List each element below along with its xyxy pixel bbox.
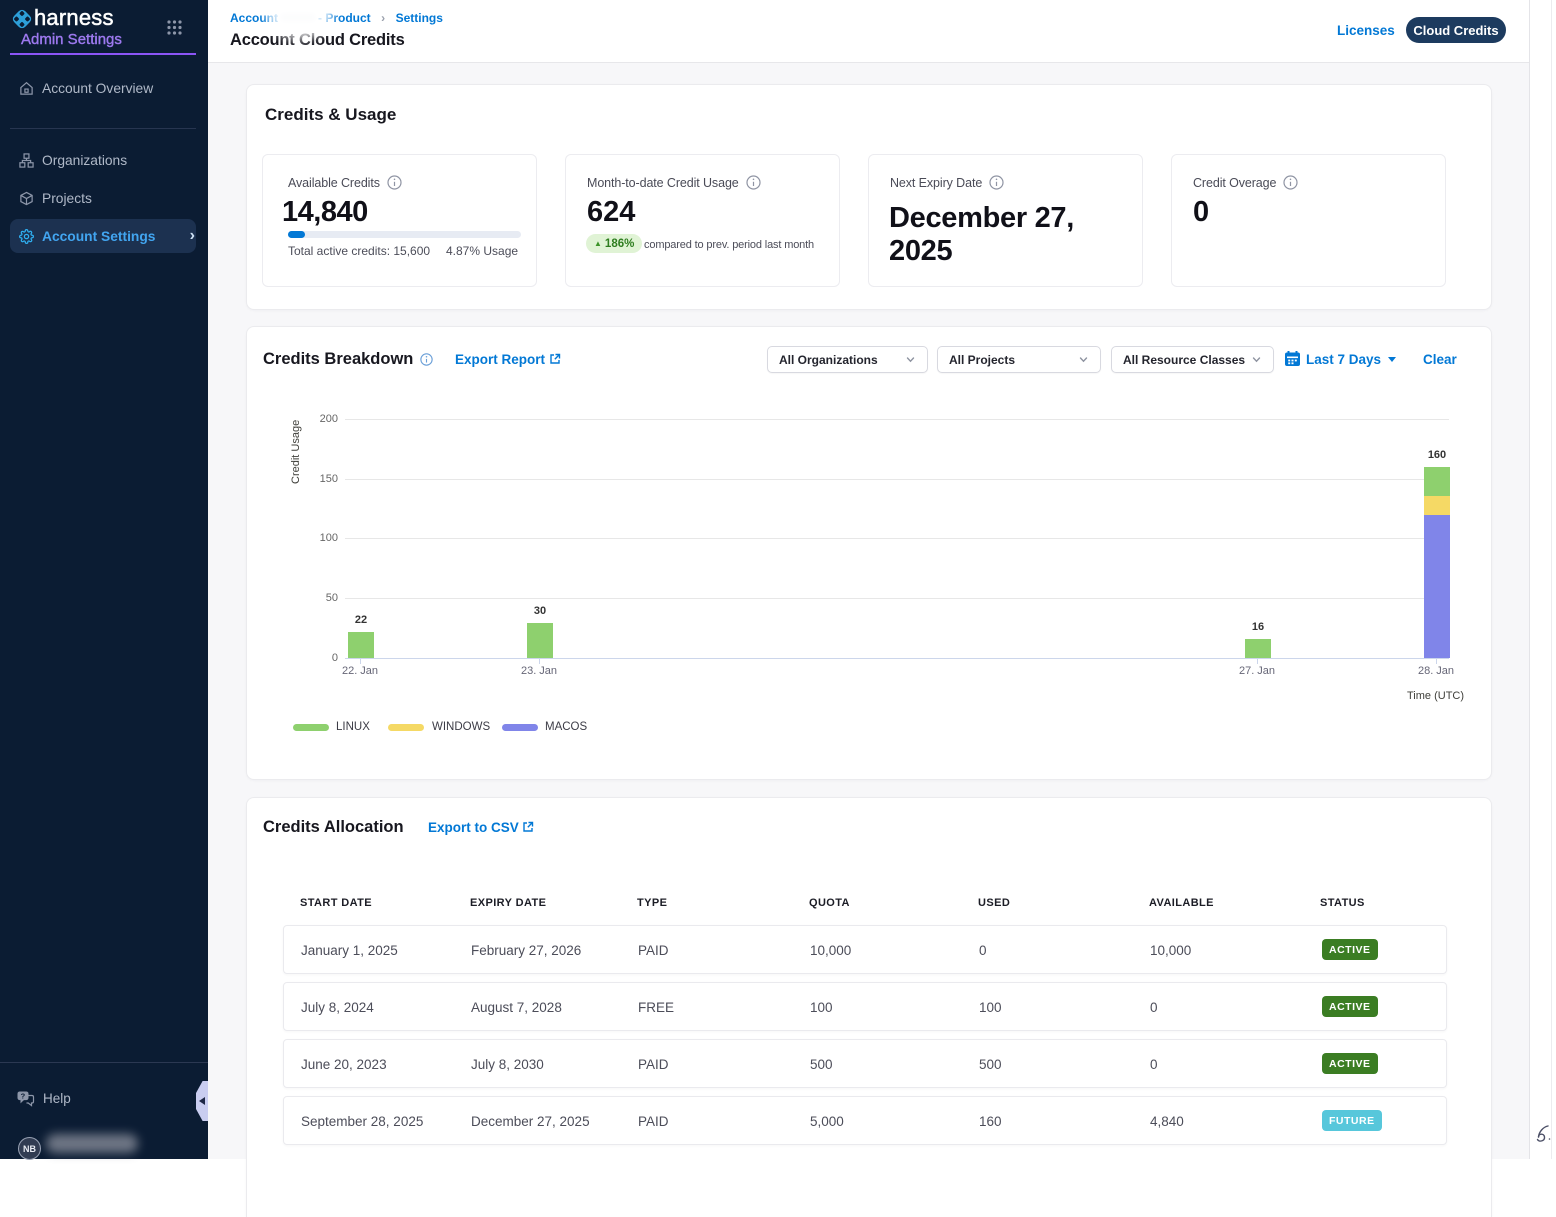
svg-text:?: ?	[21, 1091, 26, 1100]
